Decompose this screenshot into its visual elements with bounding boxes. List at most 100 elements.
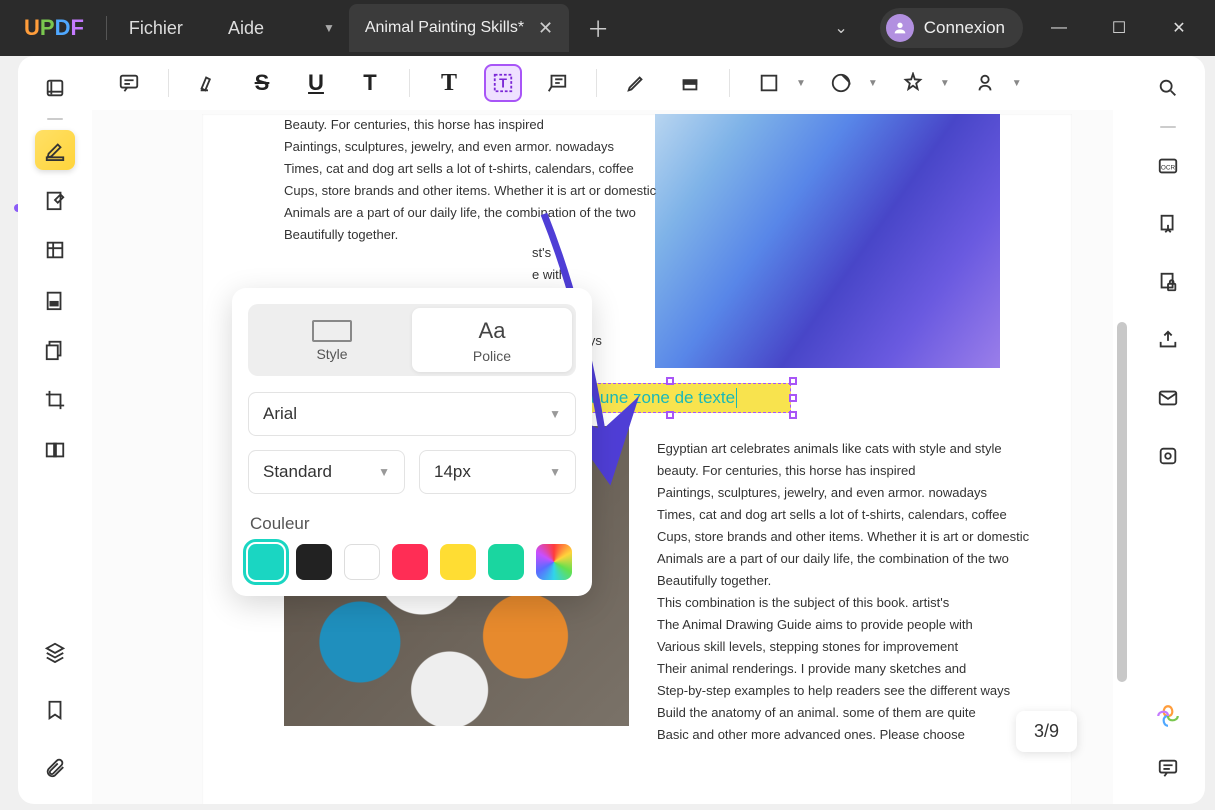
edit-tool-icon[interactable] [35, 180, 75, 220]
doc-text: Egyptian art celebrates animals like cat… [657, 438, 1002, 460]
ocr-icon[interactable]: OCR [1148, 146, 1188, 186]
separator [596, 69, 597, 97]
menu-help[interactable]: Aide [228, 18, 264, 39]
window-maximize[interactable]: ☐ [1095, 8, 1143, 48]
stamp-dropdown[interactable]: ▼ [940, 78, 950, 89]
color-swatch-red[interactable] [392, 544, 428, 580]
scrollbar-thumb[interactable] [1117, 322, 1127, 682]
highlighter-tool-icon[interactable] [35, 130, 75, 170]
page-indicator[interactable]: 3/9 [1016, 711, 1077, 752]
color-swatch-teal[interactable] [248, 544, 284, 580]
doc-text: e with [532, 264, 566, 286]
window-close[interactable]: ✕ [1155, 8, 1203, 48]
resize-handle[interactable] [666, 377, 674, 385]
font-weight-select[interactable]: Standard ▼ [248, 450, 405, 494]
page-tools-icon[interactable] [35, 330, 75, 370]
save-other-icon[interactable] [1148, 436, 1188, 476]
main-area: S U T T T ▼ ▼ ▼ ▼ Beauty. For centuries,… [92, 56, 1131, 804]
resize-handle[interactable] [789, 394, 797, 402]
convert-icon[interactable] [1148, 204, 1188, 244]
comment-icon[interactable] [110, 64, 148, 102]
style-tab[interactable]: Style [252, 308, 412, 372]
color-swatch-white[interactable] [344, 544, 380, 580]
new-tab-button[interactable]: ＋ [587, 12, 609, 44]
font-tab[interactable]: Aa Police [412, 308, 572, 372]
doc-text: Animals are a part of our daily life, th… [657, 548, 1009, 570]
text-icon[interactable]: T [430, 64, 468, 102]
highlight-text-icon[interactable] [189, 64, 227, 102]
vertical-scrollbar[interactable] [1117, 112, 1127, 790]
layers-icon[interactable] [35, 632, 75, 672]
sticker-icon[interactable] [822, 64, 860, 102]
style-tab-label: Style [316, 346, 347, 362]
doc-text: Paintings, sculptures, jewelry, and even… [657, 482, 987, 504]
compare-tool-icon[interactable] [35, 430, 75, 470]
email-icon[interactable] [1148, 378, 1188, 418]
page-image-watercolor [655, 114, 1000, 368]
doc-text: Beautifully together. [284, 224, 398, 246]
comments-panel-icon[interactable] [1148, 748, 1188, 788]
doc-text: Beauty. For centuries, this horse has in… [284, 114, 544, 136]
shape-icon[interactable] [750, 64, 788, 102]
font-family-select[interactable]: Arial ▼ [248, 392, 576, 436]
signature-dropdown[interactable]: ▼ [1012, 78, 1022, 89]
doc-text: The Animal Drawing Guide aims to provide… [657, 614, 973, 636]
search-icon[interactable] [1148, 68, 1188, 108]
attachment-icon[interactable] [35, 748, 75, 788]
login-button[interactable]: Connexion [880, 8, 1023, 48]
crop-tool-icon[interactable] [35, 380, 75, 420]
protect-icon[interactable] [1148, 262, 1188, 302]
eraser-icon[interactable] [671, 64, 709, 102]
shape-dropdown[interactable]: ▼ [796, 78, 806, 89]
resize-handle[interactable] [789, 411, 797, 419]
textbox-tool-icon[interactable]: T [484, 64, 522, 102]
color-swatch-black[interactable] [296, 544, 332, 580]
document-tab[interactable]: Animal Painting Skills* ✕ [349, 4, 569, 52]
squiggly-icon[interactable]: T [351, 64, 389, 102]
resize-handle[interactable] [789, 377, 797, 385]
doc-text: Times, cat and dog art sells a lot of t-… [657, 504, 1007, 526]
reader-mode-icon[interactable] [35, 68, 75, 108]
close-tab-icon[interactable]: ✕ [538, 18, 553, 39]
window-minimize[interactable]: — [1035, 8, 1083, 48]
share-icon[interactable] [1148, 320, 1188, 360]
color-swatch-green[interactable] [488, 544, 524, 580]
login-label: Connexion [924, 18, 1005, 38]
separator [47, 118, 63, 120]
style-box-icon [312, 320, 352, 342]
updf-flower-icon[interactable] [1154, 702, 1182, 730]
tab-list-dropdown[interactable]: ▼ [309, 21, 349, 35]
underline-icon[interactable]: U [297, 64, 335, 102]
doc-text: Build the anatomy of an animal. some of … [657, 702, 976, 724]
separator [1160, 126, 1176, 128]
bookmark-icon[interactable] [35, 690, 75, 730]
strikethrough-icon[interactable]: S [243, 64, 281, 102]
doc-text: Paintings, sculptures, jewelry, and even… [284, 136, 614, 158]
doc-text: Times, cat and dog art sells a lot of t-… [284, 158, 634, 180]
color-swatch-yellow[interactable] [440, 544, 476, 580]
avatar-icon [886, 14, 914, 42]
callout-icon[interactable] [538, 64, 576, 102]
color-picker-icon[interactable] [536, 544, 572, 580]
separator [729, 69, 730, 97]
sticker-dropdown[interactable]: ▼ [868, 78, 878, 89]
doc-text: beauty. For centuries, this horse has in… [657, 460, 915, 482]
organize-pages-icon[interactable] [35, 230, 75, 270]
font-aa-icon: Aa [479, 318, 506, 344]
pencil-icon[interactable] [617, 64, 655, 102]
chevron-down-icon: ▼ [378, 465, 390, 479]
font-size-select[interactable]: 14px ▼ [419, 450, 576, 494]
signature-icon[interactable] [966, 64, 1004, 102]
svg-text:OCR: OCR [1161, 165, 1176, 172]
app-logo: UPDF [24, 15, 84, 41]
text-cursor [736, 388, 737, 408]
redact-tool-icon[interactable] [35, 280, 75, 320]
tabs-overflow-icon[interactable]: ⌄ [834, 18, 847, 38]
separator [168, 69, 169, 97]
menu-file[interactable]: Fichier [129, 18, 183, 39]
color-swatches [248, 544, 576, 580]
right-sidebar: OCR [1131, 56, 1205, 804]
doc-text: Various skill levels, stepping stones fo… [657, 636, 958, 658]
stamp-icon[interactable] [894, 64, 932, 102]
resize-handle[interactable] [666, 411, 674, 419]
